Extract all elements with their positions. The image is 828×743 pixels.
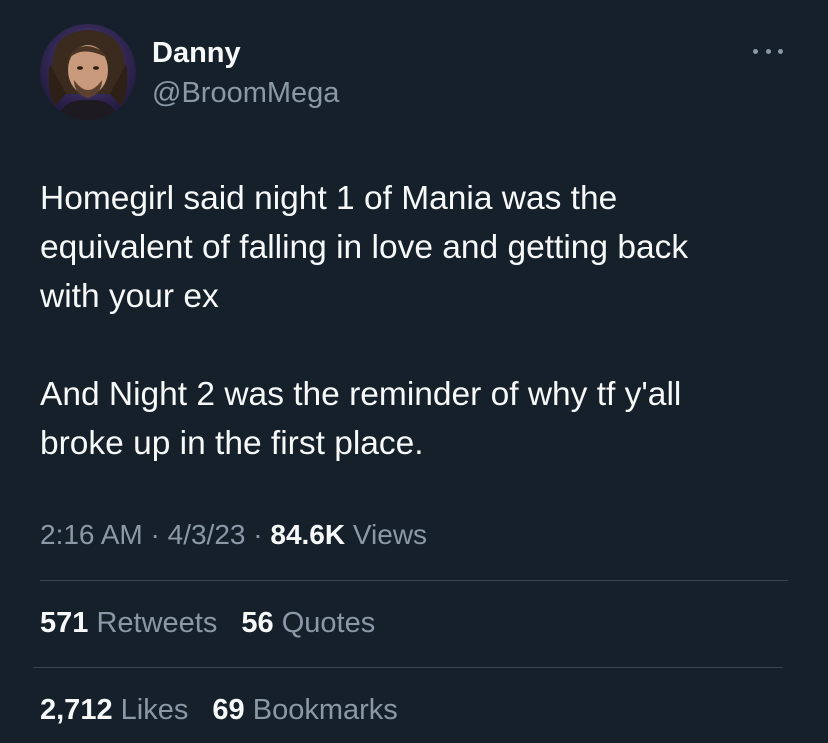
avatar[interactable] [40, 24, 136, 120]
user-handle[interactable]: @BroomMega [152, 75, 339, 111]
meta-separator: · [253, 519, 263, 550]
bookmarks-label: Bookmarks [252, 694, 398, 726]
views-count[interactable]: 84.6K [270, 519, 345, 550]
divider [40, 580, 788, 581]
tweet-time[interactable]: 2:16 AM [40, 519, 143, 550]
ellipsis-dot [753, 48, 758, 54]
ellipsis-icon[interactable] [749, 38, 787, 64]
tweet-date[interactable]: 4/3/23 [168, 519, 246, 550]
quotes-label: Quotes [281, 607, 376, 639]
views-label: Views [352, 519, 428, 550]
ellipsis-dot [765, 48, 771, 54]
tweet-paragraph: Homegirl said night 1 of Mania was the e… [40, 180, 689, 315]
retweets-stat[interactable]: 571 Retweets [40, 603, 217, 643]
retweets-label: Retweets [96, 607, 218, 639]
quotes-stat[interactable]: 56 Quotes [241, 603, 375, 643]
bookmarks-stat[interactable]: 69 Bookmarks [212, 690, 397, 730]
retweets-count: 571 [40, 607, 89, 639]
tweet-paragraph: And Night 2 was the reminder of why tf y… [40, 376, 682, 462]
tweet-meta: 2:16 AM · 4/3/23 · 84.6K Views [40, 515, 427, 555]
retweet-quote-row: 571 Retweets 56 Quotes [40, 603, 391, 643]
divider [33, 667, 783, 668]
ellipsis-dot [778, 48, 783, 54]
display-name[interactable]: Danny [152, 35, 241, 71]
quotes-count: 56 [241, 607, 274, 639]
likes-count: 2,712 [40, 694, 113, 726]
likes-bookmarks-row: 2,712 Likes 69 Bookmarks [40, 690, 414, 730]
avatar-image [40, 24, 136, 120]
tweet-text: Homegirl said night 1 of Mania was the e… [40, 174, 800, 468]
bookmarks-count: 69 [212, 694, 245, 726]
likes-label: Likes [120, 694, 189, 726]
meta-separator: · [150, 519, 160, 550]
likes-stat[interactable]: 2,712 Likes [40, 690, 188, 730]
